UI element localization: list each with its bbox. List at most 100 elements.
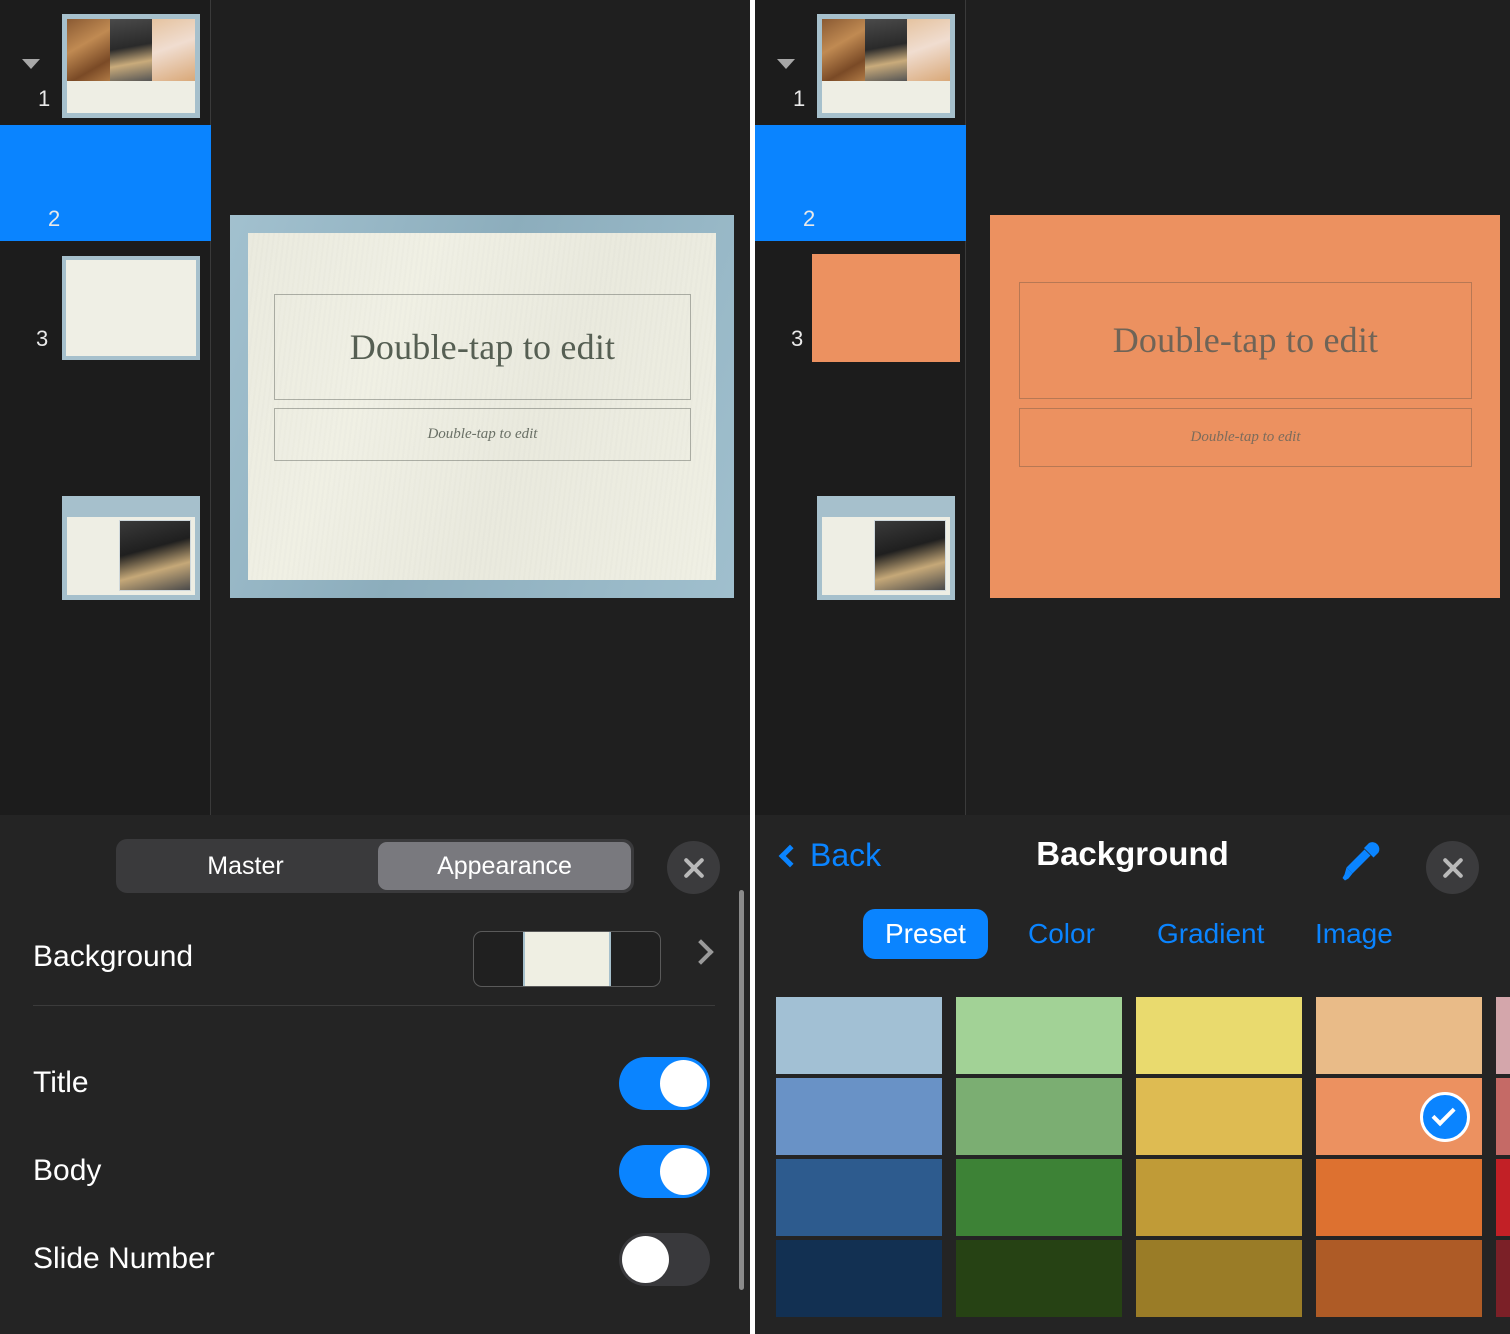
swatch-blue-3[interactable] (776, 1159, 942, 1236)
background-swatch (523, 932, 611, 986)
eyedropper-icon (1342, 842, 1380, 881)
slide-thumbnail-1[interactable] (0, 4, 211, 120)
swatch-red-2[interactable] (1496, 1078, 1510, 1155)
swatch-column-red (1496, 997, 1510, 1317)
background-row[interactable]: Background (0, 911, 715, 1003)
tab-preset[interactable]: Preset (863, 909, 988, 959)
tab-appearance[interactable]: Appearance (378, 842, 631, 890)
title-row[interactable]: Title (0, 1039, 715, 1127)
slide-thumbnail-2[interactable] (0, 125, 211, 360)
slide3-header-band (67, 501, 195, 517)
tab-image[interactable]: Image (1293, 909, 1415, 959)
slide-editor-left[interactable]: Double-tap to edit Double-tap to edit (230, 215, 734, 598)
left-screenshot-pane: 1 2 3 Double-tap to edit Double-tap to e… (0, 0, 750, 1334)
slide-navigator-left[interactable]: 1 2 3 (0, 0, 211, 815)
title-placeholder[interactable]: Double-tap to edit (274, 293, 691, 400)
slide-thumbnail-image-3 (817, 496, 955, 600)
body-placeholder[interactable]: Double-tap to edit (1018, 408, 1473, 467)
tab-master[interactable]: Master (119, 842, 372, 890)
slide-number-1: 1 (38, 86, 51, 111)
title-toggle[interactable] (619, 1056, 710, 1110)
swatch-red-4[interactable] (1496, 1240, 1510, 1317)
panel-scrollbar[interactable] (739, 890, 744, 1290)
slide-number-row[interactable]: Slide Number (0, 1215, 715, 1303)
swatch-column-orange (1316, 997, 1482, 1317)
panel-title: Background (1036, 835, 1229, 872)
slide-number-2: 2 (48, 206, 61, 231)
body-toggle[interactable] (619, 1144, 710, 1198)
close-button[interactable] (1426, 841, 1479, 894)
espresso-pour-photo (864, 19, 908, 82)
latte-art-photo (907, 19, 950, 82)
section-divider (33, 1005, 715, 1006)
slide-canvas-right[interactable]: Double-tap to edit Double-tap to edit (966, 0, 1510, 815)
body-placeholder-text: Double-tap to edit (427, 426, 538, 443)
title-placeholder[interactable]: Double-tap to edit (1018, 282, 1473, 399)
coffee-beans-photo (822, 19, 865, 82)
slide-thumbnail-1[interactable] (755, 4, 966, 120)
chevron-down-icon[interactable] (777, 59, 795, 69)
swatch-orange-3[interactable] (1316, 1159, 1482, 1236)
eyedropper-button[interactable] (1335, 837, 1383, 885)
close-button[interactable] (667, 841, 720, 894)
swatch-column-blue (776, 997, 942, 1317)
swatch-green-2[interactable] (956, 1078, 1122, 1155)
slide-number-2: 2 (803, 206, 816, 231)
espresso-pour-photo (119, 519, 191, 591)
swatch-yellow-3[interactable] (1136, 1159, 1302, 1236)
swatch-red-1[interactable] (1496, 997, 1510, 1074)
slide-thumbnail-2[interactable] (755, 125, 966, 362)
swatch-orange-2[interactable] (1316, 1078, 1482, 1155)
slide-number-1: 1 (793, 86, 806, 111)
close-icon (681, 855, 707, 881)
swatch-yellow-2[interactable] (1136, 1078, 1302, 1155)
title-row-label: Title (33, 1066, 89, 1099)
slide-editor-right[interactable]: Double-tap to edit Double-tap to edit (990, 215, 1500, 598)
slide-navigator-right[interactable]: 1 2 3 (755, 0, 966, 815)
slide-thumbnail-image-1 (817, 14, 955, 118)
swatch-green-4[interactable] (956, 1240, 1122, 1317)
master-appearance-segmented-control[interactable]: Master Appearance (116, 839, 634, 893)
swatch-green-3[interactable] (956, 1159, 1122, 1236)
toggle-knob (660, 1059, 707, 1107)
right-screenshot-pane: 1 2 3 Double-tap to edit Double-tap to e… (755, 0, 1510, 1334)
swatch-red-3[interactable] (1496, 1159, 1510, 1236)
background-type-tabs[interactable]: Preset Color Gradient Image (755, 909, 1510, 963)
slide-thumbnail-3[interactable] (755, 245, 966, 600)
latte-art-photo (152, 19, 195, 82)
swatch-orange-1[interactable] (1316, 997, 1482, 1074)
slide-surface: Double-tap to edit Double-tap to edit (990, 215, 1500, 598)
swatch-column-yellow (1136, 997, 1302, 1317)
slide-thumbnail-3[interactable] (0, 245, 211, 600)
preset-swatch-grid[interactable] (776, 997, 1510, 1317)
slide-canvas-left[interactable]: Double-tap to edit Double-tap to edit (211, 0, 750, 815)
swatch-green-1[interactable] (956, 997, 1122, 1074)
background-preview[interactable] (473, 931, 661, 987)
chevron-right-icon[interactable] (688, 939, 714, 965)
tab-color[interactable]: Color (1006, 909, 1117, 959)
slide-number-toggle[interactable] (619, 1232, 710, 1286)
title-placeholder-text: Double-tap to edit (349, 326, 616, 367)
swatch-blue-4[interactable] (776, 1240, 942, 1317)
body-row[interactable]: Body (0, 1127, 715, 1215)
body-placeholder[interactable]: Double-tap to edit (274, 408, 691, 461)
swatch-orange-4[interactable] (1316, 1240, 1482, 1317)
swatch-blue-1[interactable] (776, 997, 942, 1074)
coffee-beans-photo (67, 19, 110, 82)
slide-thumbnail-image-3 (62, 496, 200, 600)
slide-number-row-label: Slide Number (33, 1242, 215, 1275)
tab-gradient[interactable]: Gradient (1135, 909, 1286, 959)
chevron-down-icon[interactable] (22, 59, 40, 69)
toggle-knob (660, 1147, 707, 1195)
background-row-label: Background (33, 940, 194, 973)
close-icon (1440, 855, 1466, 881)
slide-surface: Double-tap to edit Double-tap to edit (248, 233, 716, 580)
swatch-column-green (956, 997, 1122, 1317)
body-placeholder-text: Double-tap to edit (1190, 429, 1301, 445)
swatch-blue-2[interactable] (776, 1078, 942, 1155)
slide-number-3: 3 (36, 326, 49, 351)
espresso-pour-photo (874, 519, 946, 591)
swatch-yellow-1[interactable] (1136, 997, 1302, 1074)
swatch-yellow-4[interactable] (1136, 1240, 1302, 1317)
check-icon (1431, 1102, 1456, 1127)
